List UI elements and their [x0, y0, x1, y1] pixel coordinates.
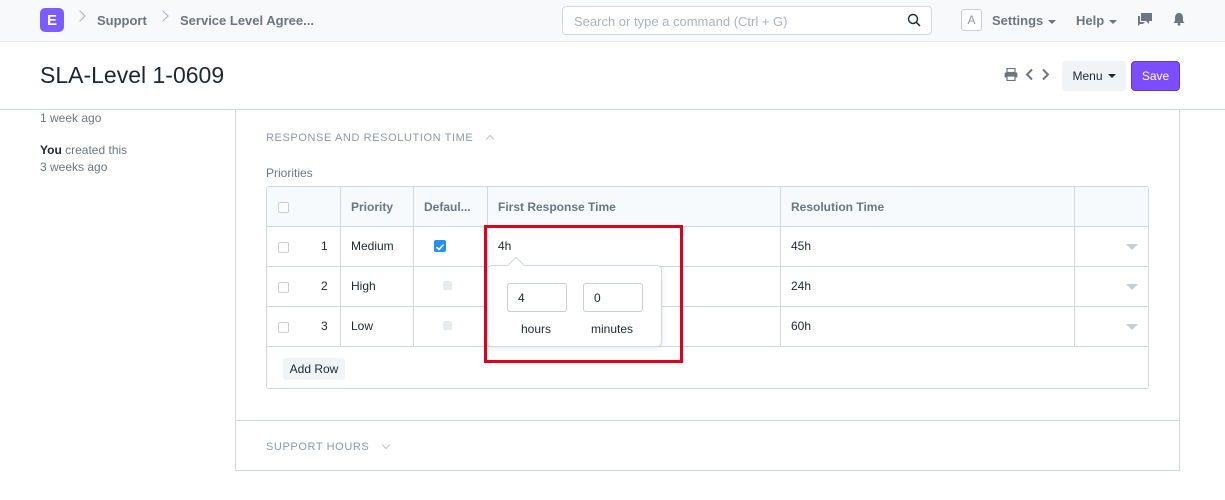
chevron-down-icon: [382, 440, 391, 450]
search-input[interactable]: Search or type a command (Ctrl + G): [562, 6, 932, 35]
print-icon[interactable]: [1004, 68, 1018, 81]
row-index: 2: [321, 279, 328, 293]
creation-time: 3 weeks ago: [40, 160, 108, 174]
resolution-cell[interactable]: 45h: [791, 239, 811, 253]
creation-text: created this: [65, 143, 128, 157]
divider: [235, 420, 1180, 421]
col-header-default: Defaul...: [424, 200, 471, 214]
highlight-box: [484, 225, 683, 363]
caret-down-icon[interactable]: [1126, 324, 1138, 330]
caret-down-icon: [1109, 19, 1118, 24]
settings-dropdown[interactable]: Settings: [992, 13, 1057, 28]
help-label: Help: [1076, 13, 1105, 28]
page-title: SLA-Level 1-0609: [40, 62, 225, 88]
caret-down-icon[interactable]: [1126, 284, 1138, 290]
section-support-hours-header[interactable]: SUPPORT HOURS: [266, 440, 391, 453]
caret-down-icon[interactable]: [1126, 244, 1138, 250]
section-title: RESPONSE AND RESOLUTION TIME: [266, 132, 474, 144]
breadcrumb-sla[interactable]: Service Level Agree...: [180, 13, 314, 28]
row-checkbox[interactable]: [278, 242, 289, 253]
help-dropdown[interactable]: Help: [1076, 13, 1118, 28]
row-index: 3: [321, 319, 328, 333]
col-divider: [340, 187, 341, 347]
priorities-label: Priorities: [266, 166, 313, 180]
chevron-left-icon[interactable]: [1025, 68, 1034, 81]
chevron-right-icon: [74, 10, 86, 22]
col-divider: [413, 187, 414, 347]
save-button[interactable]: Save: [1131, 61, 1180, 91]
navbar: E Support Service Level Agree... Search …: [0, 0, 1225, 42]
default-checkbox[interactable]: [443, 281, 452, 290]
section-title: SUPPORT HOURS: [266, 441, 370, 453]
modified-time: 1 week ago: [40, 111, 102, 125]
row-divider: [267, 266, 1148, 267]
row-checkbox[interactable]: [278, 322, 289, 333]
section-response-header[interactable]: RESPONSE AND RESOLUTION TIME: [266, 132, 495, 144]
search-placeholder: Search or type a command (Ctrl + G): [574, 14, 788, 29]
chevron-right-icon: [157, 10, 169, 22]
check-icon: [435, 243, 445, 251]
resolution-cell[interactable]: 24h: [791, 279, 811, 293]
creation-entry: You created this: [40, 143, 127, 157]
col-header-resolution: Resolution Time: [791, 200, 885, 214]
col-divider: [1074, 187, 1075, 347]
resolution-cell[interactable]: 60h: [791, 319, 811, 333]
menu-button[interactable]: Menu: [1062, 61, 1126, 91]
search-icon: [907, 13, 921, 27]
chevron-right-icon[interactable]: [1041, 68, 1050, 81]
priorities-table: Priority Defaul... First Response Time R…: [266, 186, 1149, 389]
chat-icon[interactable]: [1137, 12, 1153, 27]
caret-down-icon: [1048, 19, 1057, 24]
row-index: 1: [321, 239, 328, 253]
menu-label: Menu: [1072, 69, 1103, 83]
caret-down-icon: [1107, 74, 1116, 78]
table-header: [267, 187, 1148, 227]
priority-cell[interactable]: High: [351, 279, 376, 293]
settings-label: Settings: [992, 13, 1044, 28]
bell-icon[interactable]: [1173, 12, 1185, 26]
row-divider: [267, 346, 1148, 347]
select-all-checkbox[interactable]: [278, 202, 289, 213]
add-row-button[interactable]: Add Row: [283, 358, 345, 380]
priority-cell[interactable]: Medium: [351, 239, 394, 253]
col-header-first-response: First Response Time: [498, 200, 616, 214]
col-header-priority: Priority: [351, 200, 394, 214]
app-logo[interactable]: E: [40, 8, 64, 32]
creator-name[interactable]: You: [40, 143, 62, 157]
default-checkbox-checked[interactable]: [434, 240, 446, 252]
avatar[interactable]: A: [961, 9, 982, 31]
priority-cell[interactable]: Low: [351, 319, 373, 333]
row-checkbox[interactable]: [278, 282, 289, 293]
col-divider: [780, 187, 781, 347]
chevron-up-icon: [486, 134, 495, 144]
breadcrumb-support[interactable]: Support: [97, 13, 147, 28]
default-checkbox[interactable]: [443, 321, 452, 330]
row-divider: [267, 306, 1148, 307]
